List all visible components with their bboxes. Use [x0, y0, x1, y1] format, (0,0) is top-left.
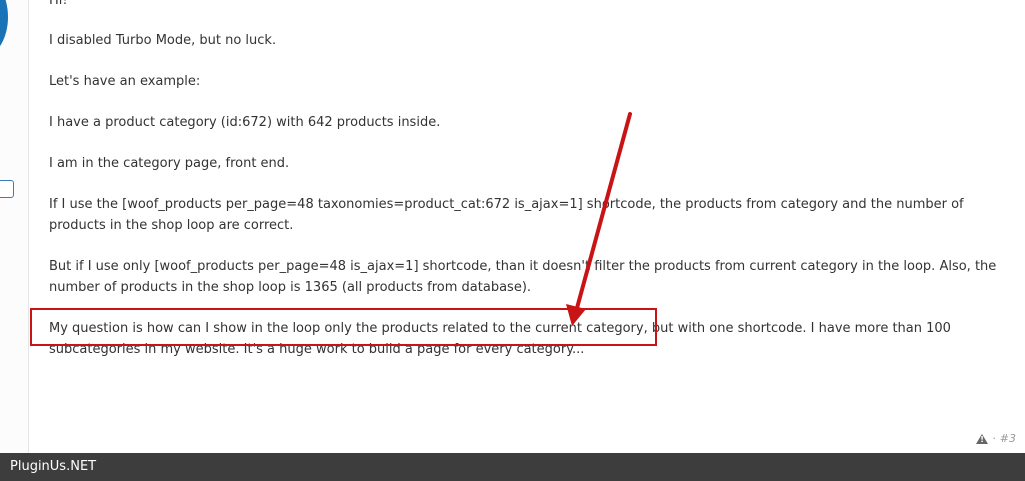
post-paragraph: Let's have an example:: [49, 74, 201, 89]
avatar[interactable]: [0, 0, 8, 56]
author-sidebar: [0, 0, 29, 453]
post-paragraph: I am in the category page, front end.: [49, 156, 290, 171]
footer-brand[interactable]: PluginUs.NET: [10, 459, 96, 474]
annotation-highlight-box: [30, 308, 657, 346]
post-paragraph: I have a product category (id:672) with …: [49, 115, 441, 130]
footer-bar: PluginUs.NET: [0, 453, 1025, 481]
post-paragraph: I disabled Turbo Mode, but no luck.: [49, 33, 277, 48]
report-warning-icon[interactable]: [976, 433, 989, 444]
post-greeting: Hi!: [49, 0, 68, 8]
post-paragraph: But if I use only [woof_products per_pag…: [49, 259, 997, 295]
post-paragraph: If I use the [woof_products per_page=48 …: [49, 197, 964, 233]
post-meta: · #3: [976, 432, 1016, 445]
post-number-link[interactable]: #3: [1000, 432, 1016, 445]
author-badge-button[interactable]: [0, 180, 14, 198]
forum-page: Hi! I disabled Turbo Mode, but no luck. …: [0, 0, 1025, 481]
meta-separator: ·: [992, 432, 996, 445]
